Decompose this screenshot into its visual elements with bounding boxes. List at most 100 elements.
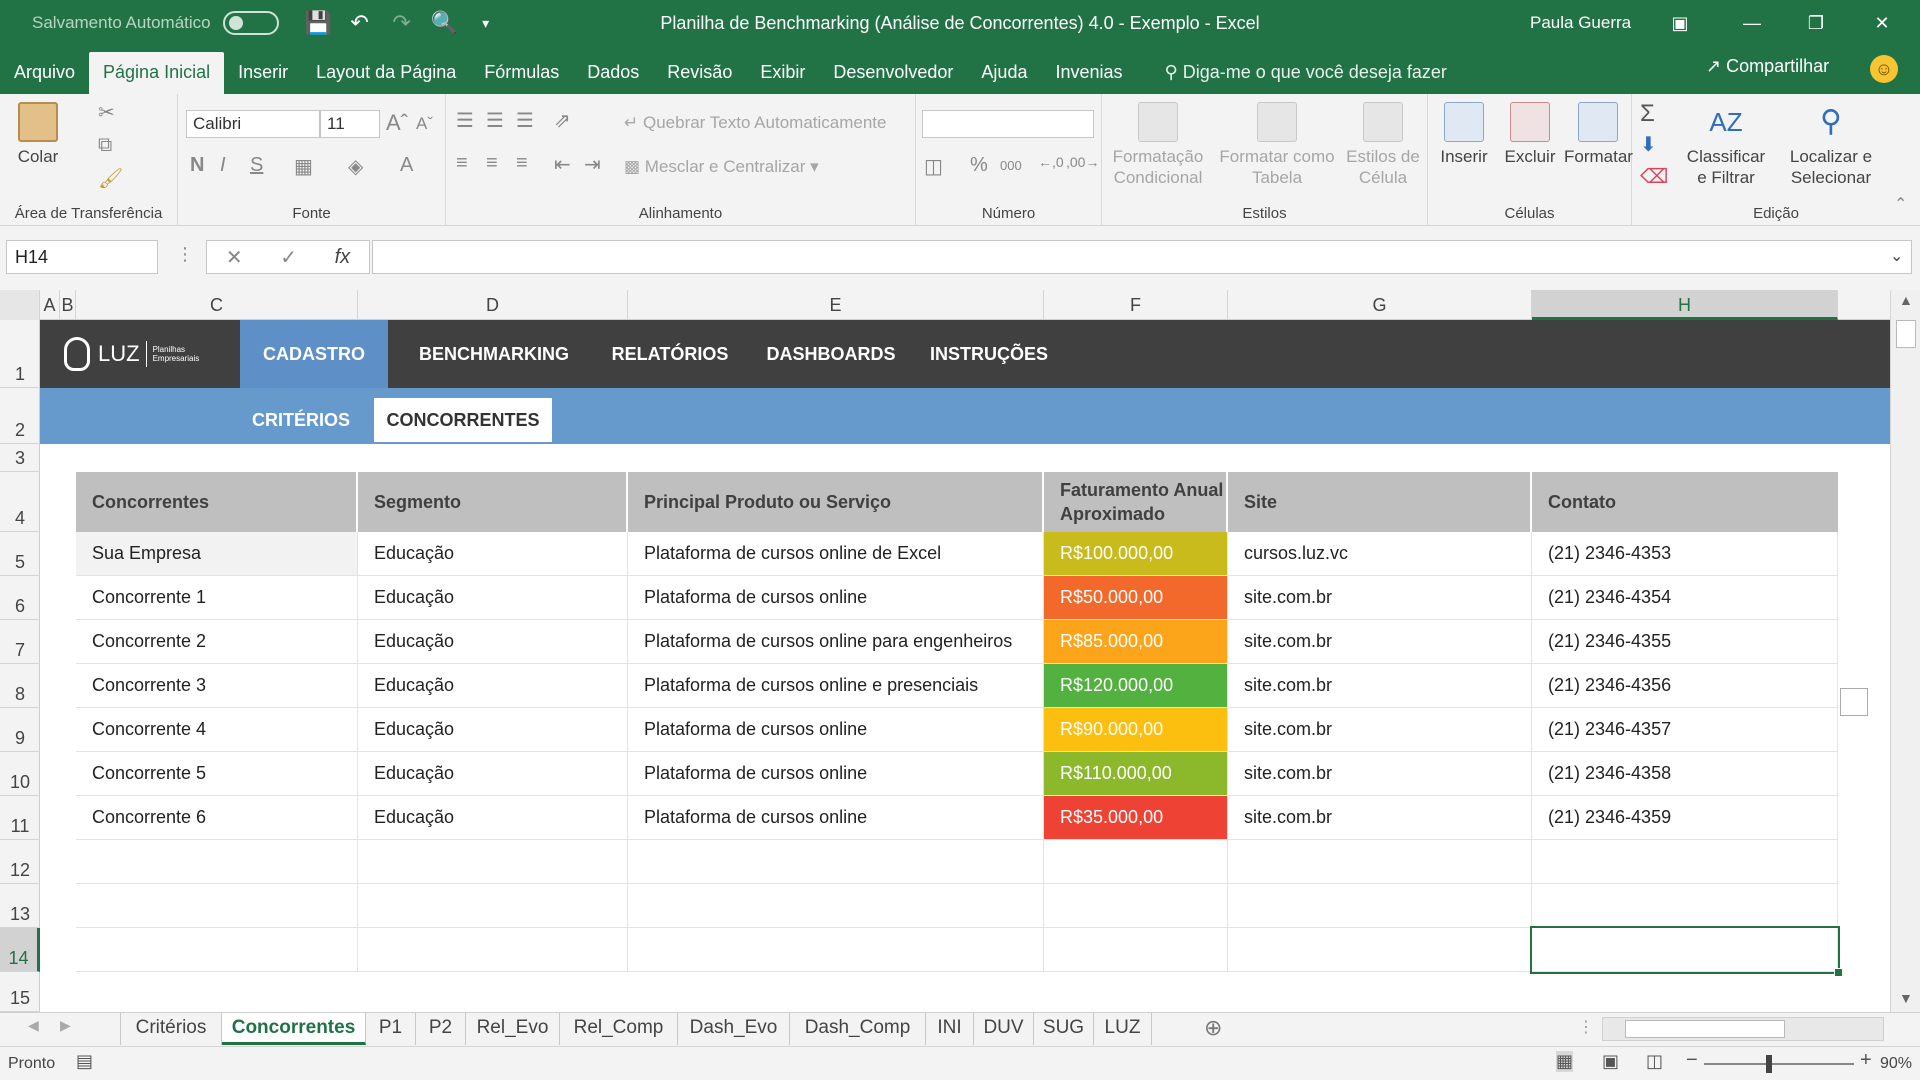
delete-cells-button[interactable]: Excluir	[1498, 102, 1562, 167]
thousands-format-icon[interactable]: 000	[1000, 158, 1022, 173]
underline-icon[interactable]: S	[250, 154, 263, 177]
table-cell[interactable]: site.com.br	[1228, 576, 1532, 620]
table-cell[interactable]: Plataforma de cursos online	[628, 576, 1044, 620]
cell-styles-button[interactable]: Estilos de Célula	[1342, 102, 1424, 188]
empty-cell[interactable]	[1228, 928, 1532, 972]
next-sheet-icon[interactable]: ▶	[60, 1017, 71, 1034]
column-header-g[interactable]: G	[1228, 290, 1532, 320]
page-break-view-icon[interactable]: ◫	[1646, 1051, 1663, 1072]
copy-icon[interactable]: ⧉	[98, 134, 112, 157]
empty-cell[interactable]	[76, 928, 358, 972]
subnav-concorrentes[interactable]: CONCORRENTES	[374, 398, 552, 442]
subnav-criterios[interactable]: CRITÉRIOS	[230, 398, 372, 442]
add-sheet-icon[interactable]: ⊕	[1204, 1015, 1222, 1041]
increase-indent-icon[interactable]: ⇥	[584, 152, 601, 177]
revenue-cell[interactable]: R$85.000,00	[1044, 620, 1228, 664]
cancel-entry-icon[interactable]: ✕	[226, 245, 243, 270]
empty-cell[interactable]	[76, 840, 358, 884]
nav-cadastro[interactable]: CADASTRO	[240, 320, 388, 388]
align-left-icon[interactable]: ≡	[456, 152, 468, 175]
row-header-13[interactable]: 13	[0, 884, 40, 928]
column-header-d[interactable]: D	[358, 290, 628, 320]
row-header-7[interactable]: 7	[0, 620, 40, 664]
table-cell[interactable]: (21) 2346-4355	[1532, 620, 1838, 664]
row-header-1[interactable]: 1	[0, 320, 40, 388]
column-header-b[interactable]: B	[60, 290, 76, 320]
empty-cell[interactable]	[1044, 928, 1228, 972]
table-cell[interactable]: Educação	[358, 664, 628, 708]
tab-pagina-inicial[interactable]: Página Inicial	[89, 52, 225, 94]
sheet-tab-duv[interactable]: DUV	[974, 1013, 1034, 1045]
row-header-5[interactable]: 5	[0, 532, 40, 576]
align-middle-icon[interactable]: ☰	[486, 108, 504, 133]
tab-desenvolvedor[interactable]: Desenvolvedor	[819, 52, 967, 94]
tab-dados[interactable]: Dados	[573, 52, 653, 94]
table-cell[interactable]: Plataforma de cursos online	[628, 796, 1044, 840]
table-cell[interactable]: (21) 2346-4354	[1532, 576, 1838, 620]
tab-exibir[interactable]: Exibir	[746, 52, 819, 94]
wrap-text-button[interactable]: ↵ Quebrar Texto Automaticamente	[624, 112, 886, 133]
tell-me-search[interactable]: ⚲ Diga-me o que você deseja fazer	[1151, 52, 1461, 94]
user-name[interactable]: Paula Guerra	[1530, 13, 1631, 33]
row-header-8[interactable]: 8	[0, 664, 40, 708]
autosave-toggle[interactable]	[222, 11, 279, 35]
table-cell[interactable]: site.com.br	[1228, 664, 1532, 708]
column-header-a[interactable]: A	[40, 290, 60, 320]
tab-arquivo[interactable]: Arquivo	[0, 52, 89, 94]
autosave[interactable]: Salvamento Automático	[32, 11, 279, 35]
merge-center-button[interactable]: ▩ Mesclar e Centralizar ▾	[624, 156, 819, 177]
table-cell[interactable]: (21) 2346-4359	[1532, 796, 1838, 840]
increase-decimal-icon[interactable]: ←,0	[1038, 154, 1064, 170]
column-header-c[interactable]: C	[76, 290, 358, 320]
grow-font-icon[interactable]: Aˆ	[386, 110, 408, 136]
page-layout-view-icon[interactable]: ▣	[1602, 1051, 1619, 1072]
empty-cell[interactable]	[628, 884, 1044, 928]
table-cell[interactable]: Educação	[358, 752, 628, 796]
empty-cell[interactable]	[1532, 840, 1838, 884]
tab-revisao[interactable]: Revisão	[653, 52, 746, 94]
find-select-button[interactable]: ⚲ Localizar e Selecionar	[1776, 102, 1886, 188]
table-cell[interactable]: Concorrente 3	[76, 664, 358, 708]
save-icon[interactable]: 💾	[305, 10, 332, 36]
row-header-2[interactable]: 2	[0, 388, 40, 444]
empty-cell[interactable]	[1044, 840, 1228, 884]
font-name-select[interactable]: Calibri	[186, 110, 320, 138]
empty-cell[interactable]	[628, 840, 1044, 884]
close-icon[interactable]: ✕	[1852, 0, 1912, 46]
format-cells-button[interactable]: Formatar	[1564, 102, 1633, 167]
nav-instrucoes[interactable]: INSTRUÇÕES	[920, 320, 1058, 388]
table-cell[interactable]: Plataforma de cursos online de Excel	[628, 532, 1044, 576]
row-header-10[interactable]: 10	[0, 752, 40, 796]
row-header-3[interactable]: 3	[0, 444, 40, 472]
font-size-select[interactable]: 11	[320, 110, 380, 138]
paste-button[interactable]: Colar	[8, 102, 68, 167]
empty-cell[interactable]	[1228, 840, 1532, 884]
formula-input[interactable]	[372, 240, 1912, 274]
revenue-cell[interactable]: R$50.000,00	[1044, 576, 1228, 620]
row-header-12[interactable]: 12	[0, 840, 40, 884]
tab-layout[interactable]: Layout da Página	[302, 52, 470, 94]
table-cell[interactable]: Educação	[358, 708, 628, 752]
table-cell[interactable]: Educação	[358, 796, 628, 840]
revenue-cell[interactable]: R$35.000,00	[1044, 796, 1228, 840]
format-as-table-button[interactable]: Formatar como Tabela	[1216, 102, 1338, 188]
table-cell[interactable]: (21) 2346-4357	[1532, 708, 1838, 752]
number-format-select[interactable]	[922, 110, 1094, 138]
percent-format-icon[interactable]: %	[970, 154, 988, 177]
align-right-icon[interactable]: ≡	[516, 152, 528, 175]
sheet-tab-p2[interactable]: P2	[416, 1013, 466, 1045]
select-all-corner[interactable]	[0, 290, 40, 320]
feedback-smiley-icon[interactable]: ☺	[1870, 55, 1898, 83]
format-painter-icon[interactable]: 🖌	[98, 166, 123, 191]
tab-split-grip-icon[interactable]: ⋮	[1578, 1017, 1594, 1037]
tab-ajuda[interactable]: Ajuda	[967, 52, 1041, 94]
zoom-slider-knob[interactable]	[1766, 1055, 1772, 1073]
column-header-h[interactable]: H	[1532, 290, 1838, 320]
currency-format-icon[interactable]: ◫	[924, 154, 943, 179]
cut-icon[interactable]: ✂	[98, 100, 115, 125]
column-header-f[interactable]: F	[1044, 290, 1228, 320]
zoom-level[interactable]: 90%	[1880, 1055, 1912, 1073]
share-button[interactable]: ↗ Compartilhar	[1706, 56, 1829, 77]
empty-cell[interactable]	[358, 884, 628, 928]
minimize-icon[interactable]: —	[1722, 0, 1782, 46]
